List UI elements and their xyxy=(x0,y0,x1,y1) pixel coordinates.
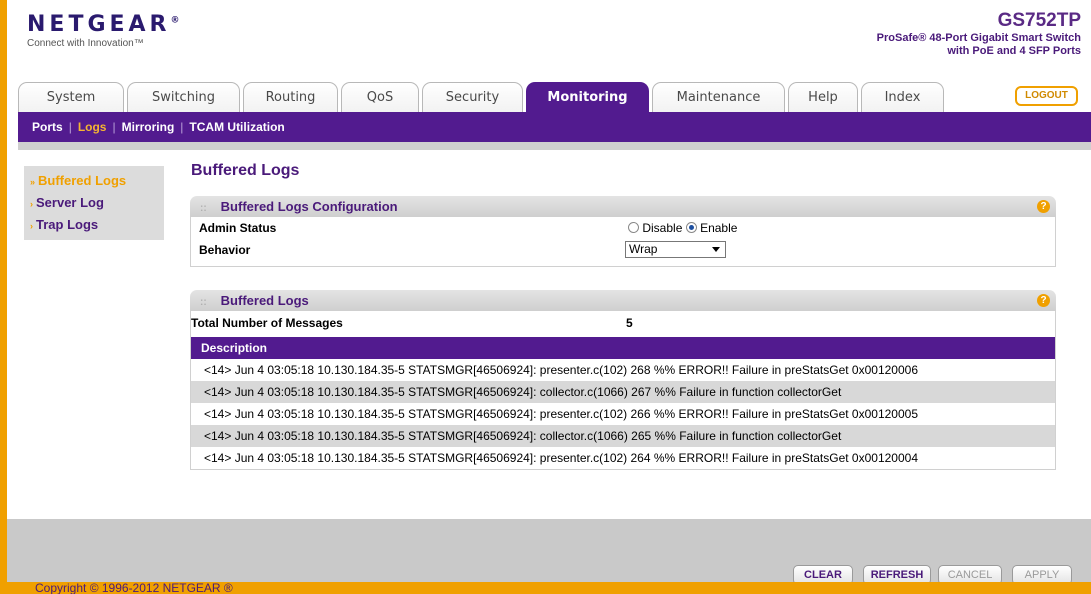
tab-qos[interactable]: QoS xyxy=(341,82,419,112)
logs-section-body: Total Number of Messages 5 Description <… xyxy=(190,311,1056,470)
logs-section: :: Buffered Logs ? Total Number of Messag… xyxy=(190,290,1056,470)
admin-status-enable-label: Enable xyxy=(700,221,738,235)
arrow-right-icon: › xyxy=(30,221,33,231)
copyright-bar: Copyright © 1996-2012 NETGEAR ® xyxy=(0,581,1091,594)
description-column-header: Description xyxy=(191,337,1055,359)
logs-section-header: :: Buffered Logs ? xyxy=(190,290,1056,311)
admin-status-label: Admin Status xyxy=(199,221,277,235)
copyright-text: Copyright © 1996-2012 NETGEAR ® xyxy=(35,581,233,594)
header-divider xyxy=(18,142,1091,150)
admin-status-disable-label: Disable xyxy=(642,221,683,235)
brand-tagline: Connect with Innovation™ xyxy=(27,38,144,49)
log-row: <14> Jun 4 03:05:18 10.130.184.35-5 STAT… xyxy=(191,381,1055,403)
left-menu-label: Server Log xyxy=(36,195,104,210)
subnav-separator: | xyxy=(68,120,72,134)
left-menu-server-log[interactable]: › Server Log xyxy=(24,193,164,215)
logout-button[interactable]: LOGOUT xyxy=(1015,86,1078,106)
tab-switching[interactable]: Switching xyxy=(127,82,240,112)
log-row: <14> Jun 4 03:05:18 10.130.184.35-5 STAT… xyxy=(204,363,918,377)
expanded-arrow-icon: » xyxy=(30,177,36,187)
left-menu-trap-logs[interactable]: › Trap Logs xyxy=(24,215,164,237)
behavior-select[interactable]: Wrap xyxy=(625,241,726,258)
tab-system[interactable]: System xyxy=(18,82,124,112)
config-section-title: Buffered Logs Configuration xyxy=(220,199,398,214)
config-section: :: Buffered Logs Configuration ? Admin St… xyxy=(190,196,1056,267)
subnav-separator: | xyxy=(180,120,184,134)
left-menu-label: Trap Logs xyxy=(36,217,99,232)
admin-status-row: Admin Status Disable Enable xyxy=(191,217,1055,239)
tab-monitoring[interactable]: Monitoring xyxy=(526,82,649,112)
chevron-down-icon xyxy=(712,247,720,252)
arrow-right-icon: › xyxy=(30,199,33,209)
brand-mark: ® xyxy=(170,15,180,26)
admin-status-enable-radio[interactable] xyxy=(685,222,697,233)
behavior-row: Behavior Wrap xyxy=(191,239,1055,261)
brand-name: NETGEAR xyxy=(27,12,171,37)
behavior-select-value: Wrap xyxy=(629,242,658,256)
subnav-logs[interactable]: Logs xyxy=(78,120,107,134)
left-menu-label: Buffered Logs xyxy=(38,173,127,188)
behavior-label: Behavior xyxy=(199,243,251,257)
tab-maintenance[interactable]: Maintenance xyxy=(652,82,785,112)
log-row: <14> Jun 4 03:05:18 10.130.184.35-5 STAT… xyxy=(204,451,918,465)
subnav-tcam-utilization[interactable]: TCAM Utilization xyxy=(189,120,284,134)
netgear-logo: NETGEAR® Connect with Innovation™ xyxy=(27,12,180,49)
config-section-body: Admin Status Disable Enable Behavior Wra… xyxy=(190,217,1056,267)
help-icon[interactable]: ? xyxy=(1037,294,1050,307)
tab-help[interactable]: Help xyxy=(788,82,858,112)
tab-security[interactable]: Security xyxy=(422,82,523,112)
page-title: Buffered Logs xyxy=(191,162,300,179)
log-row: <14> Jun 4 03:05:18 10.130.184.35-5 STAT… xyxy=(204,407,918,421)
model-info: GS752TP ProSafe® 48-Port Gigabit Smart S… xyxy=(877,10,1081,58)
model-description-line2: with PoE and 4 SFP Ports xyxy=(947,45,1081,57)
main-tab-bar: System Switching Routing QoS Security Mo… xyxy=(18,82,1091,112)
total-messages-row: Total Number of Messages 5 xyxy=(191,311,1055,337)
admin-status-disable-radio[interactable] xyxy=(628,222,639,233)
admin-status-radio-group: Disable Enable xyxy=(628,221,737,235)
log-row: <14> Jun 4 03:05:18 10.130.184.35-5 STAT… xyxy=(191,425,1055,447)
total-messages-label: Total Number of Messages xyxy=(191,316,343,330)
logs-section-title: Buffered Logs xyxy=(220,293,309,308)
grip-icon: :: xyxy=(200,203,207,214)
model-description-line1: ProSafe® 48-Port Gigabit Smart Switch xyxy=(876,32,1081,44)
tab-routing[interactable]: Routing xyxy=(243,82,338,112)
subnav-mirroring[interactable]: Mirroring xyxy=(122,120,175,134)
total-messages-value: 5 xyxy=(626,316,633,330)
tab-index[interactable]: Index xyxy=(861,82,944,112)
sub-navigation: Ports | Logs | Mirroring | TCAM Utilization xyxy=(18,112,1091,142)
left-menu-buffered-logs[interactable]: » Buffered Logs xyxy=(24,171,164,193)
subnav-ports[interactable]: Ports xyxy=(32,120,63,134)
grip-icon: :: xyxy=(200,297,207,308)
subnav-separator: | xyxy=(112,120,116,134)
left-menu: » Buffered Logs › Server Log › Trap Logs xyxy=(24,166,164,240)
help-icon[interactable]: ? xyxy=(1037,200,1050,213)
model-name: GS752TP xyxy=(997,10,1081,31)
config-section-header: :: Buffered Logs Configuration ? xyxy=(190,196,1056,217)
